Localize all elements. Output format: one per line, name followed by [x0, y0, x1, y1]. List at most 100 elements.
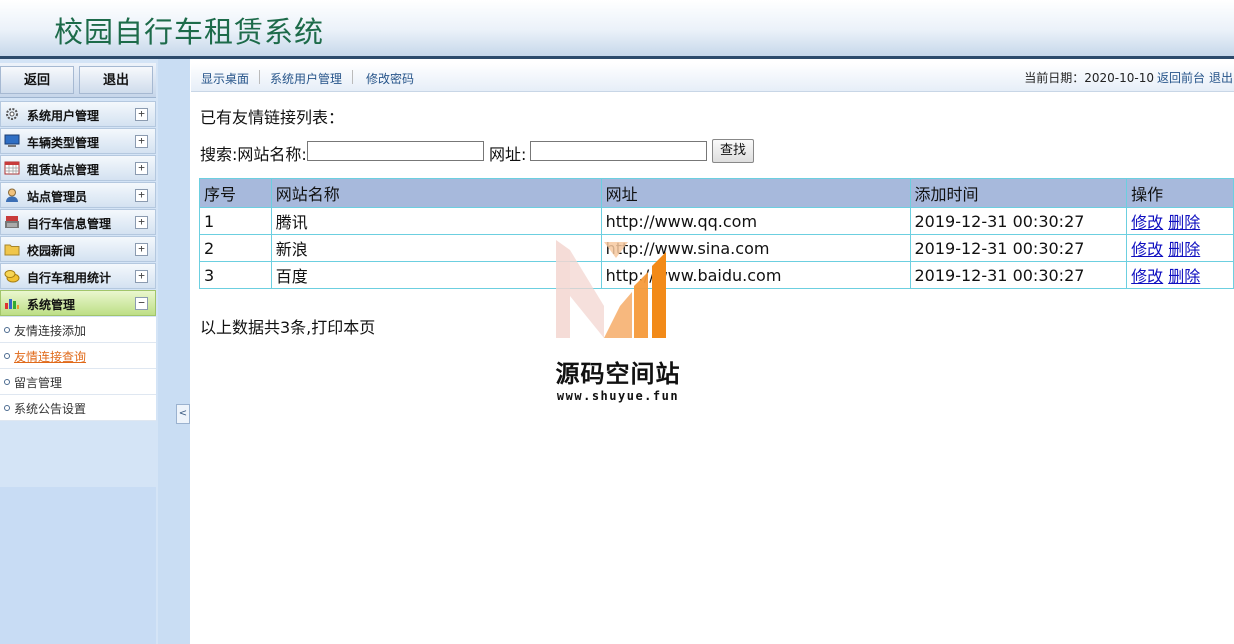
bar-chart-icon: [5, 299, 19, 309]
watermark-url: www.shuyue.fun: [556, 389, 680, 403]
coins-icon: [4, 270, 20, 283]
app-title: 校园自行车租赁系统: [54, 15, 325, 49]
edit-link[interactable]: 修改: [1131, 267, 1163, 286]
submenu-item-messages[interactable]: 留言管理: [0, 369, 156, 395]
sidebar-top-buttons: 返回 退出: [0, 63, 156, 98]
menu-item-campus-news[interactable]: 校园新闻 +: [0, 236, 156, 262]
main-content: 显示桌面 系统用户管理 修改密码 当前日期：2020-10-10 返回前台 退出…: [191, 59, 1234, 644]
menu-item-vehicle-types[interactable]: 车辆类型管理 +: [0, 128, 156, 154]
sidebar-splitter: [158, 59, 190, 644]
sidebar-background: [0, 487, 156, 644]
table-row: 1 腾讯 http://www.qq.com 2019-12-31 00:30:…: [199, 207, 1234, 235]
submenu: 友情连接添加 友情连接查询 留言管理 系统公告设置: [0, 317, 156, 421]
menu-label: 租赁站点管理: [27, 163, 100, 177]
current-date: 当前日期：2020-10-10: [1024, 71, 1154, 85]
expand-icon[interactable]: +: [135, 135, 148, 148]
menu-item-bike-info[interactable]: 自行车信息管理 +: [0, 209, 156, 235]
column-header: 网站名称: [270, 178, 602, 208]
menu-item-rental-stations[interactable]: 租赁站点管理 +: [0, 155, 156, 181]
edit-link[interactable]: 修改: [1131, 240, 1163, 259]
submenu-item-link-add[interactable]: 友情连接添加: [0, 317, 156, 343]
cell-actions: 修改 删除: [1126, 261, 1234, 289]
watermark-title: 源码空间站: [555, 360, 681, 388]
calendar-grid-icon: [4, 161, 20, 175]
delete-link[interactable]: 删除: [1168, 213, 1200, 232]
nav-link-system-users[interactable]: 系统用户管理: [270, 70, 342, 87]
edit-link[interactable]: 修改: [1131, 213, 1163, 232]
nav-link-desktop[interactable]: 显示桌面: [201, 70, 249, 87]
site-name-input[interactable]: [307, 141, 484, 161]
expand-icon[interactable]: +: [135, 108, 148, 121]
submenu-label: 留言管理: [14, 376, 63, 390]
cell-actions: 修改 删除: [1126, 207, 1234, 235]
expand-icon[interactable]: +: [135, 216, 148, 229]
menu-label: 自行车信息管理: [27, 217, 112, 231]
url-input[interactable]: [530, 141, 707, 161]
monitor-icon: [4, 134, 20, 147]
sidebar-menu: 系统用户管理 + 车辆类型管理 + 租赁站点管理 + 站点管理员 + 自行车信息…: [0, 101, 156, 421]
bullet-icon: [4, 353, 10, 359]
menu-label: 站点管理员: [27, 190, 88, 204]
delete-link[interactable]: 删除: [1168, 267, 1200, 286]
data-summary: 以上数据共3条,打印本页: [200, 318, 376, 337]
cell-time: 2019-12-31 00:30:27: [909, 234, 1128, 262]
nav-divider: [259, 70, 260, 84]
gear-icon: [6, 108, 18, 120]
logout-link[interactable]: 退出: [1209, 69, 1233, 86]
submenu-item-link-query[interactable]: 友情连接查询: [0, 343, 156, 369]
menu-label: 系统用户管理: [27, 109, 100, 123]
find-button[interactable]: 查找: [712, 139, 754, 163]
bullet-icon: [4, 379, 10, 385]
column-header: 网址: [600, 178, 911, 208]
links-table: 序号 网站名称 网址 添加时间 操作 1 腾讯 http://www.qq.co…: [199, 178, 1234, 289]
nav-link-change-password[interactable]: 修改密码: [366, 70, 414, 87]
cell-time: 2019-12-31 00:30:27: [909, 261, 1128, 289]
column-header: 操作: [1126, 178, 1234, 208]
search-label: 搜索:网站名称:: [200, 145, 307, 164]
bullet-icon: [4, 327, 10, 333]
menu-item-station-admins[interactable]: 站点管理员 +: [0, 182, 156, 208]
menu-label: 车辆类型管理: [27, 136, 100, 150]
expand-icon[interactable]: +: [135, 270, 148, 283]
expand-icon[interactable]: +: [135, 243, 148, 256]
back-button[interactable]: 返回: [0, 66, 74, 94]
cash-register-icon: [5, 216, 19, 228]
cell-id: 2: [199, 234, 272, 262]
table-row: 2 新浪 http://www.sina.com 2019-12-31 00:3…: [199, 234, 1234, 262]
expand-icon[interactable]: +: [135, 189, 148, 202]
sidebar: 返回 退出 系统用户管理 + 车辆类型管理 + 租赁站点管理 + 站点管理员 +…: [0, 59, 158, 644]
logout-button[interactable]: 退出: [79, 66, 153, 94]
collapse-toggle-icon[interactable]: −: [135, 297, 148, 310]
bullet-icon: [4, 405, 10, 411]
cell-time: 2019-12-31 00:30:27: [909, 207, 1128, 235]
menu-item-system-users[interactable]: 系统用户管理 +: [0, 101, 156, 127]
submenu-label: 系统公告设置: [14, 402, 87, 416]
delete-link[interactable]: 删除: [1168, 240, 1200, 259]
url-label: 网址:: [489, 145, 527, 164]
column-header: 添加时间: [909, 178, 1128, 208]
folder-icon: [4, 244, 20, 256]
table-header-row: 序号 网站名称 网址 添加时间 操作: [199, 178, 1234, 208]
watermark-logo-icon: [556, 240, 666, 338]
cell-actions: 修改 删除: [1126, 234, 1234, 262]
cell-id: 1: [199, 207, 272, 235]
expand-icon[interactable]: +: [135, 162, 148, 175]
menu-item-system-admin[interactable]: 系统管理 −: [0, 290, 156, 316]
menu-label: 系统管理: [27, 298, 76, 312]
app-header: 校园自行车租赁系统: [0, 0, 1234, 59]
back-to-front-link[interactable]: 返回前台: [1157, 69, 1205, 86]
top-nav-bar: 显示桌面 系统用户管理 修改密码 当前日期：2020-10-10 返回前台 退出: [191, 63, 1234, 92]
table-row: 3 百度 http://www.baidu.com 2019-12-31 00:…: [199, 261, 1234, 289]
submenu-label: 友情连接查询: [14, 350, 87, 364]
person-icon: [6, 188, 18, 202]
page-heading: 已有友情链接列表：: [200, 108, 345, 127]
cell-id: 3: [199, 261, 272, 289]
submenu-item-announcements[interactable]: 系统公告设置: [0, 395, 156, 421]
menu-item-rental-stats[interactable]: 自行车租用统计 +: [0, 263, 156, 289]
column-header: 序号: [199, 178, 272, 208]
watermark: 源码空间站 www.shuyue.fun: [548, 236, 688, 411]
collapse-sidebar-icon[interactable]: <: [176, 404, 190, 424]
menu-label: 自行车租用统计: [27, 271, 112, 285]
cell-url: http://www.qq.com: [600, 207, 911, 235]
submenu-label: 友情连接添加: [14, 324, 87, 338]
